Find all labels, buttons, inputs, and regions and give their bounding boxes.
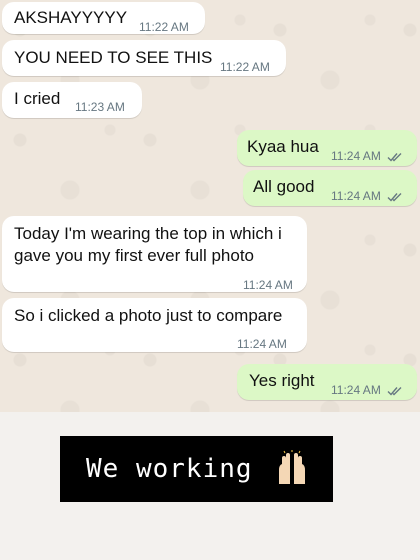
message-time-status: 11:24 AM	[331, 379, 403, 401]
chat-screenshot: AKSHAYYYYY 11:22 AM YOU NEED TO SEE THIS…	[0, 0, 420, 412]
raising-hands-icon	[279, 450, 305, 484]
message-time-status: 11:24 AM	[331, 145, 403, 167]
caption-text: We working	[86, 454, 253, 484]
message-text: Kyaa hua	[247, 137, 319, 156]
double-check-icon	[387, 386, 402, 396]
message-bubble-incoming[interactable]: Today I'm wearing the top in which i gav…	[2, 216, 307, 292]
message-text: YOU NEED TO SEE THIS	[14, 48, 213, 67]
message-time-status: 11:24 AM	[331, 185, 403, 207]
message-bubble-outgoing[interactable]: Kyaa hua 11:24 AM	[237, 130, 417, 166]
message-bubble-incoming[interactable]: So i clicked a photo just to compare 11:…	[2, 298, 307, 352]
message-time: 11:22 AM	[139, 20, 189, 34]
message-text: I cried	[14, 89, 61, 108]
double-check-icon	[387, 152, 402, 162]
message-text: Yes right	[249, 371, 315, 390]
message-time: 11:24 AM	[243, 278, 293, 292]
message-text: Today I'm wearing the top in which i gav…	[14, 224, 282, 265]
message-bubble-outgoing[interactable]: Yes right 11:24 AM	[237, 364, 417, 400]
message-time: 11:24 AM	[237, 337, 287, 351]
double-check-icon	[387, 192, 402, 202]
message-bubble-incoming[interactable]: AKSHAYYYYY 11:22 AM	[2, 2, 205, 34]
message-text: So i clicked a photo just to compare	[14, 306, 283, 325]
message-text: AKSHAYYYYY	[14, 8, 128, 27]
message-bubble-outgoing[interactable]: All good 11:24 AM	[243, 170, 417, 206]
message-time: 11:24 AM	[331, 189, 381, 203]
message-text: All good	[253, 177, 315, 196]
message-time: 11:23 AM	[75, 100, 125, 114]
message-bubble-incoming[interactable]: YOU NEED TO SEE THIS 11:22 AM	[2, 40, 286, 76]
message-bubble-incoming[interactable]: I cried 11:23 AM	[2, 82, 142, 118]
message-time: 11:24 AM	[331, 149, 381, 163]
caption-sticker: We working	[60, 436, 333, 502]
message-time: 11:24 AM	[331, 383, 381, 397]
message-time: 11:22 AM	[220, 60, 270, 74]
